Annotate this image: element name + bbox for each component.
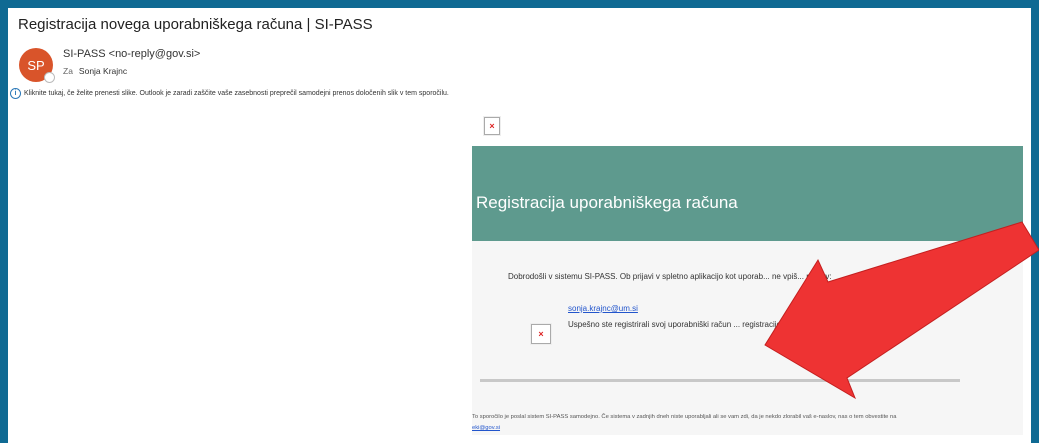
red-arrow-annotation (764, 221, 1039, 400)
arrow-shape (764, 221, 1039, 400)
